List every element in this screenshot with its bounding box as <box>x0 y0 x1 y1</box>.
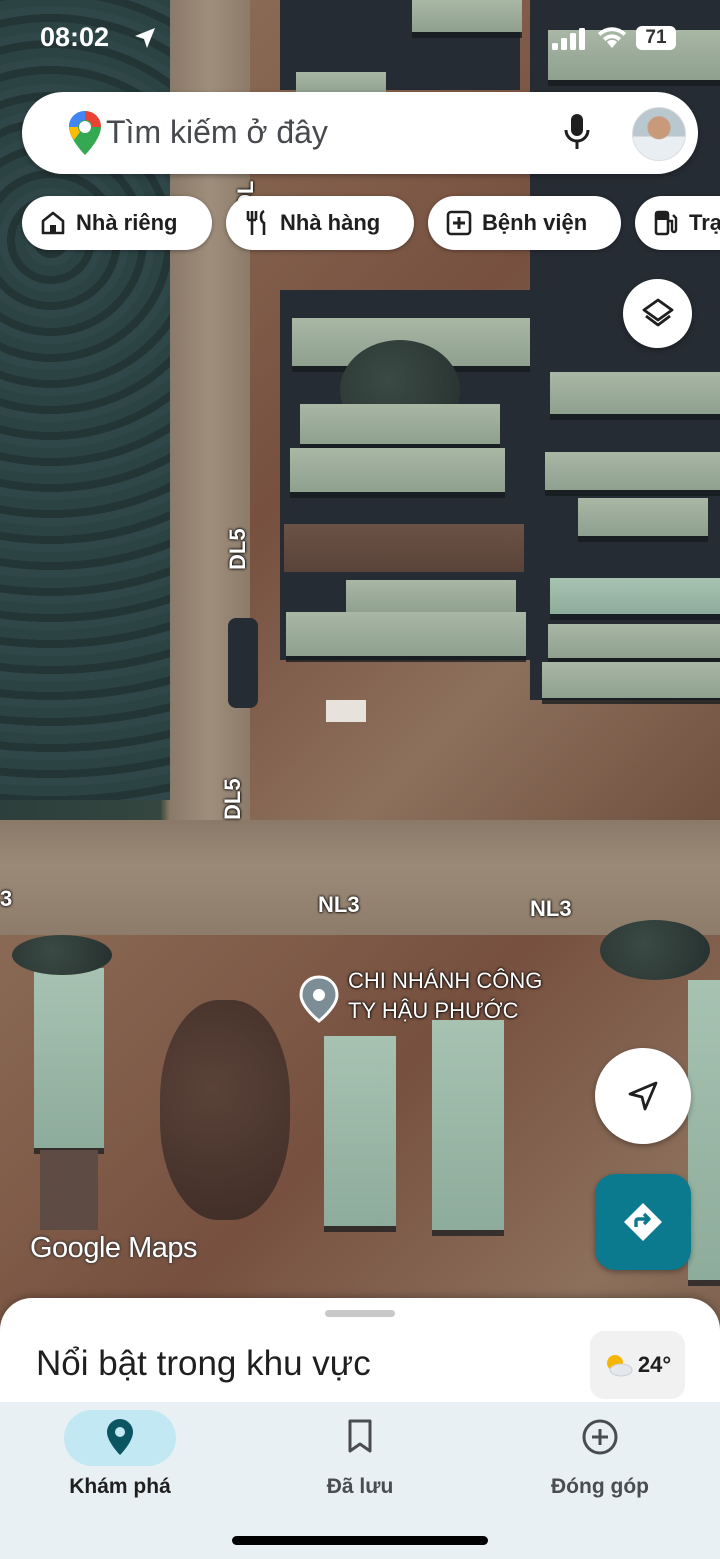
layers-button[interactable] <box>623 279 692 348</box>
building-roof <box>300 404 500 444</box>
add-circle-icon <box>480 1418 720 1456</box>
tree <box>160 1000 290 1220</box>
road-label-dl5: DL5 <box>220 778 245 820</box>
place-name-line2: TY HẬU PHƯỚC <box>348 998 519 1023</box>
nav-item-explore[interactable]: Khám phá <box>0 1402 240 1559</box>
wifi-icon <box>596 26 628 55</box>
nav-label-saved: Đã lưu <box>326 1475 394 1498</box>
directions-icon <box>624 1203 662 1241</box>
battery-level: 71 <box>645 27 667 48</box>
building-roof <box>324 1036 396 1226</box>
chip-gas-station[interactable]: Trạ <box>635 196 720 250</box>
vehicle <box>326 700 366 722</box>
building-roof <box>688 980 720 1280</box>
road-label-nl3: NL3 <box>530 896 572 921</box>
building-roof <box>284 524 524 572</box>
road-label-nl3: 3 <box>0 886 13 911</box>
road-label-dl5: DL5 <box>225 528 250 570</box>
location-pin-icon <box>0 1418 240 1456</box>
bookmark-icon <box>240 1418 480 1454</box>
navigation-arrow-icon <box>628 1081 658 1111</box>
chip-hospital-label: Bệnh viện <box>482 210 588 235</box>
building-roof <box>412 0 522 32</box>
directions-button[interactable] <box>595 1174 691 1270</box>
building-roof <box>346 580 516 614</box>
building-roof <box>545 452 720 490</box>
place-pin-icon[interactable] <box>298 975 340 1028</box>
google-maps-watermark: Google Maps <box>30 1232 198 1264</box>
building-roof <box>542 662 720 698</box>
partly-cloudy-icon <box>606 1355 633 1377</box>
building-roof <box>296 72 386 94</box>
search-bar[interactable]: Tìm kiếm ở đây <box>22 92 698 174</box>
weather-chip[interactable]: 24° <box>590 1331 685 1399</box>
restaurant-icon <box>246 209 266 235</box>
building-roof <box>34 968 104 1148</box>
building-roof <box>290 448 505 492</box>
temperature: 24° <box>637 1352 672 1377</box>
search-input[interactable]: Tìm kiếm ở đây <box>106 114 328 151</box>
battery-icon: 71 <box>636 26 676 50</box>
status-time: 08:02 <box>40 22 110 52</box>
nav-label-contribute: Đóng góp <box>551 1475 649 1498</box>
layers-icon <box>642 298 673 326</box>
place-name-line1: CHI NHÁNH CÔNG <box>348 968 543 993</box>
building-roof <box>578 498 708 536</box>
building-roof <box>286 612 526 656</box>
my-location-button[interactable] <box>595 1048 691 1144</box>
chip-restaurant[interactable]: Nhà hàng <box>226 196 414 250</box>
place-label[interactable]: CHI NHÁNH CÔNG TY HẬU PHƯỚC <box>348 966 588 1026</box>
chip-home-label: Nhà riêng <box>76 210 178 235</box>
tree <box>12 935 112 975</box>
road-label-nl3: NL3 <box>318 892 360 917</box>
chip-hospital[interactable]: Bệnh viện <box>428 196 621 250</box>
home-icon <box>41 211 65 235</box>
avatar[interactable] <box>632 107 686 161</box>
chip-restaurant-label: Nhà hàng <box>280 210 381 235</box>
building-roof <box>550 578 720 614</box>
chip-home[interactable]: Nhà riêng <box>22 196 212 250</box>
building-roof <box>550 372 720 414</box>
sheet-title: Nổi bật trong khu vực <box>36 1344 371 1383</box>
vehicle <box>228 618 258 708</box>
home-indicator[interactable] <box>232 1536 488 1545</box>
nav-label-explore: Khám phá <box>69 1475 171 1498</box>
signal-icon <box>552 28 586 55</box>
tree <box>600 920 710 980</box>
gas-station-icon <box>654 210 678 236</box>
chip-gas-station-label: Trạ <box>689 210 720 235</box>
road-nl3 <box>0 820 720 935</box>
building-roof <box>548 624 720 658</box>
building-roof <box>40 1150 98 1230</box>
sheet-drag-handle[interactable] <box>325 1310 395 1317</box>
google-maps-logo-icon <box>68 110 102 161</box>
microphone-icon[interactable] <box>562 112 592 157</box>
building-roof <box>432 1020 504 1230</box>
location-arrow-icon <box>133 26 157 55</box>
hospital-icon <box>446 210 472 236</box>
nav-item-contribute[interactable]: Đóng góp <box>480 1402 720 1559</box>
